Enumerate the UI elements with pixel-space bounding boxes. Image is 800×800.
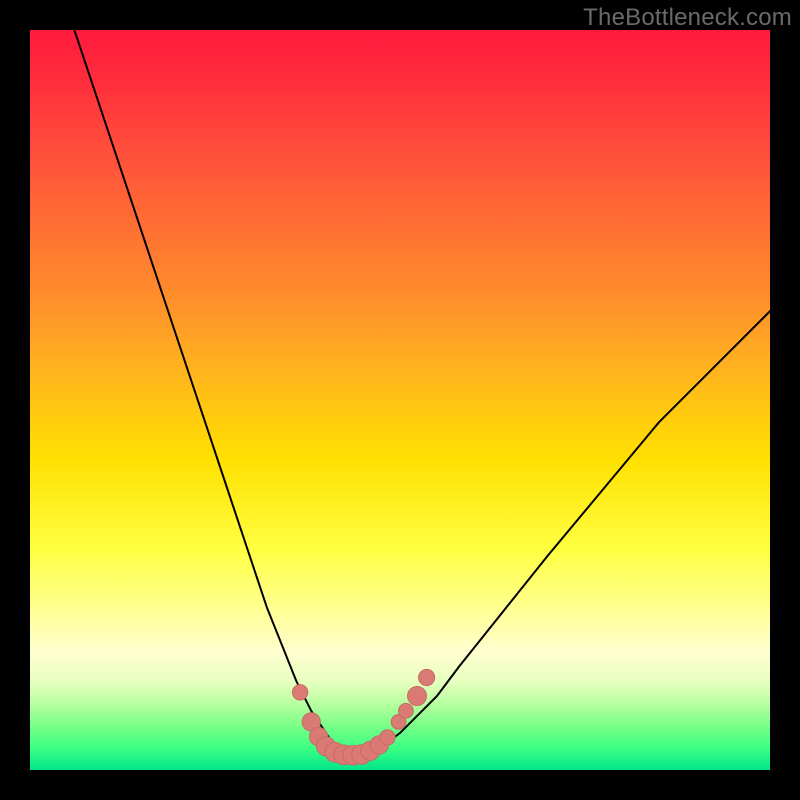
- curve-marker: [292, 685, 307, 700]
- watermark-text: TheBottleneck.com: [583, 4, 792, 32]
- curve-marker: [309, 728, 327, 746]
- curve-marker: [408, 687, 427, 706]
- curve-marker: [419, 669, 435, 685]
- curve-marker: [325, 742, 345, 762]
- curve-marker: [399, 703, 414, 718]
- curve-marker: [370, 736, 388, 754]
- curve-marker: [380, 730, 395, 745]
- curve-marker: [302, 713, 320, 731]
- chart-frame: TheBottleneck.com: [0, 0, 800, 800]
- chart-overlay: [30, 30, 770, 770]
- chart-plot-area: [30, 30, 770, 770]
- curve-marker: [352, 745, 372, 765]
- curve-markers: [292, 669, 434, 765]
- curve-marker: [343, 745, 363, 765]
- curve-marker: [391, 715, 406, 730]
- curve-marker: [334, 745, 354, 765]
- curve-marker: [317, 737, 336, 756]
- bottleneck-curve: [74, 30, 770, 755]
- curve-marker: [361, 741, 380, 760]
